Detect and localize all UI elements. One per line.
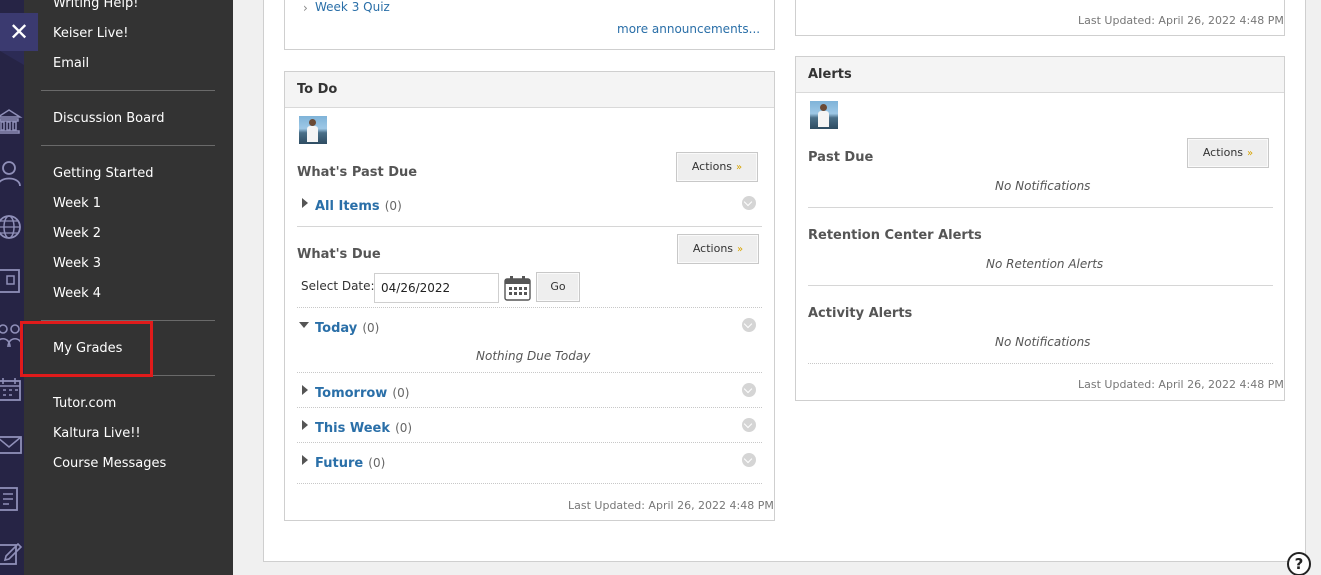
calendar-icon[interactable]	[0, 374, 24, 404]
future-row[interactable]: Future (0)	[315, 452, 385, 471]
chevron-down-icon: »	[1247, 148, 1254, 159]
menu-item-writing-help[interactable]: Writing Help!	[53, 0, 138, 11]
no-retention-text: No Retention Alerts	[986, 257, 1104, 271]
expand-icon[interactable]	[302, 420, 308, 430]
profile-icon[interactable]	[0, 158, 24, 188]
alerts-actions-button[interactable]: Actions»	[1187, 138, 1269, 168]
menu-item-week-4[interactable]: Week 4	[53, 286, 101, 301]
highlight-box	[20, 321, 153, 377]
announcements-module: › Week 3 Quiz more announcements...	[284, 0, 775, 50]
menu-item-email[interactable]: Email	[53, 56, 89, 71]
edit-icon[interactable]	[0, 538, 24, 568]
section-divider	[808, 207, 1273, 208]
menu-item-getting-started[interactable]: Getting Started	[53, 166, 154, 181]
row-divider	[808, 363, 1273, 364]
more-announcements-link[interactable]: more announcements...	[617, 22, 760, 36]
course-menu: Writing Help! Keiser Live! Email Discuss…	[24, 0, 233, 575]
expand-icon[interactable]	[302, 455, 308, 465]
chevron-down-icon: »	[737, 244, 744, 255]
all-items-row[interactable]: All Items (0)	[315, 195, 402, 214]
institution-icon[interactable]	[0, 106, 24, 136]
help-button[interactable]: ?	[1287, 552, 1311, 575]
chevron-right-icon: ›	[303, 1, 308, 15]
past-due-heading: Past Due	[808, 150, 874, 165]
help-icon: ?	[1294, 555, 1304, 573]
options-icon[interactable]	[742, 453, 756, 467]
grades-icon[interactable]	[0, 484, 24, 514]
globe-icon[interactable]	[0, 212, 24, 242]
expand-icon[interactable]	[302, 385, 308, 395]
menu-item-tutor[interactable]: Tutor.com	[53, 396, 116, 411]
global-nav-rail: ✕	[0, 0, 38, 575]
expand-icon[interactable]	[302, 198, 308, 208]
close-menu-button[interactable]: ✕	[0, 13, 38, 65]
row-divider	[297, 483, 762, 484]
past-due-heading: What's Past Due	[297, 165, 418, 180]
close-icon: ✕	[8, 18, 30, 46]
options-icon[interactable]	[742, 196, 756, 210]
collapse-icon[interactable]	[299, 322, 309, 328]
tomorrow-row[interactable]: Tomorrow (0)	[315, 382, 409, 401]
top-right-module: Last Updated: April 26, 2022 4:48 PM	[795, 0, 1285, 36]
todo-module: To Do What's Past Due Actions» All Items…	[284, 71, 775, 521]
menu-divider	[41, 90, 215, 91]
past-due-actions-button[interactable]: Actions»	[676, 152, 758, 182]
menu-item-discussion-board[interactable]: Discussion Board	[53, 111, 164, 126]
activity-heading: Activity Alerts	[808, 306, 913, 321]
select-date-label: Select Date:	[301, 279, 375, 293]
alerts-title: Alerts	[796, 57, 1284, 93]
last-updated-text: Last Updated: April 26, 2022 4:48 PM	[1078, 378, 1284, 391]
menu-item-kaltura-live[interactable]: Kaltura Live!!	[53, 426, 141, 441]
today-row[interactable]: Today (0)	[315, 317, 379, 336]
this-week-row[interactable]: This Week (0)	[315, 417, 412, 436]
no-activity-text: No Notifications	[995, 335, 1091, 349]
nothing-due-text: Nothing Due Today	[476, 349, 591, 363]
last-updated-text: Last Updated: April 26, 2022 4:48 PM	[1078, 14, 1284, 27]
go-button[interactable]: Go	[536, 272, 580, 302]
last-updated-text: Last Updated: April 26, 2022 4:48 PM	[568, 499, 774, 512]
menu-item-week-1[interactable]: Week 1	[53, 196, 101, 211]
options-icon[interactable]	[742, 383, 756, 397]
section-divider	[297, 226, 762, 227]
courses-icon[interactable]	[0, 266, 24, 296]
chevron-down-icon: »	[736, 162, 743, 173]
no-notifications-text: No Notifications	[995, 179, 1091, 193]
menu-item-week-2[interactable]: Week 2	[53, 226, 101, 241]
todo-title: To Do	[285, 72, 774, 108]
row-divider	[297, 442, 762, 443]
menu-divider	[41, 145, 215, 146]
retention-heading: Retention Center Alerts	[808, 228, 982, 243]
avatar	[810, 101, 838, 129]
menu-item-keiser-live[interactable]: Keiser Live!	[53, 26, 129, 41]
options-icon[interactable]	[742, 418, 756, 432]
messages-icon[interactable]	[0, 430, 24, 460]
section-divider	[808, 285, 1273, 286]
date-input[interactable]: 04/26/2022	[374, 273, 499, 303]
menu-item-week-3[interactable]: Week 3	[53, 256, 101, 271]
options-icon[interactable]	[742, 318, 756, 332]
whats-due-heading: What's Due	[297, 247, 381, 262]
announcement-link[interactable]: Week 3 Quiz	[315, 0, 390, 14]
whats-due-actions-button[interactable]: Actions»	[677, 234, 759, 264]
row-divider	[297, 307, 762, 308]
menu-item-course-messages[interactable]: Course Messages	[53, 456, 166, 471]
row-divider	[297, 372, 762, 373]
alerts-module: Alerts Past Due Actions» No Notification…	[795, 56, 1285, 401]
calendar-picker-icon[interactable]	[504, 275, 531, 301]
row-divider	[297, 407, 762, 408]
avatar	[299, 116, 327, 144]
